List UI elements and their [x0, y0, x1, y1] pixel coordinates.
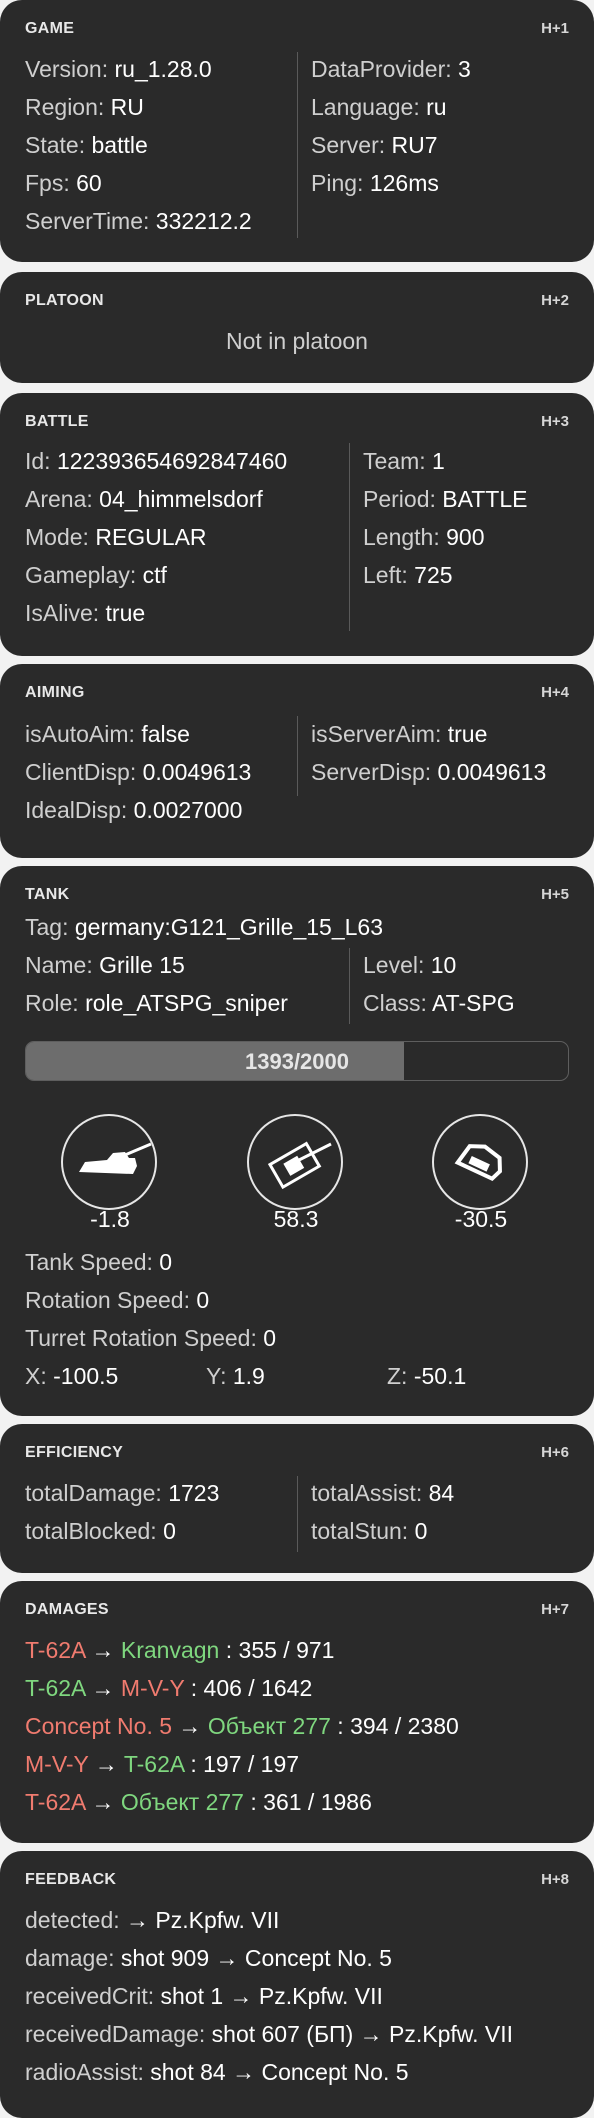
battle-left: Left: 725	[363, 562, 453, 588]
battle-divider	[349, 443, 350, 631]
tank-tag: Tag: germany:G121_Grille_15_L63	[25, 914, 384, 940]
tank-side-icon	[79, 1142, 152, 1174]
hull-angle-dial	[61, 1114, 157, 1210]
battle-title: BATTLE	[25, 413, 89, 430]
aiming-hotkey: H+4	[541, 684, 569, 701]
damages-panel: DAMAGES H+7 T-62A → Kranvagn : 355 / 971…	[0, 1581, 594, 1843]
game-panel: GAME H+1 Version: ru_1.28.0 Region: RU S…	[0, 0, 594, 262]
aiming-panel: AIMING H+4 isAutoAim: false ClientDisp: …	[0, 664, 594, 858]
feedback-radioassist: radioAssist: shot 84 → Concept No. 5	[25, 2059, 409, 2085]
tank-turret-rotation-speed: Turret Rotation Speed: 0	[25, 1325, 277, 1351]
battle-arena: Arena: 04_himmelsdorf	[25, 486, 263, 512]
game-server: Server: RU7	[311, 132, 438, 158]
platoon-panel: PLATOON H+2 Not in platoon	[0, 272, 594, 383]
tank-position-z: Z: -50.1	[387, 1363, 467, 1389]
tank-speed: Tank Speed: 0	[25, 1249, 173, 1275]
aiming-isserveraim: isServerAim: true	[311, 721, 488, 747]
aiming-serverdisp: ServerDisp: 0.0049613	[311, 759, 547, 785]
aiming-divider	[297, 716, 298, 796]
tank-position-x: X: -100.5	[25, 1363, 119, 1389]
efficiency-totalblocked: totalBlocked: 0	[25, 1518, 176, 1544]
efficiency-hotkey: H+6	[541, 1444, 569, 1461]
damage-row: Concept No. 5 → Объект 277 : 394 / 2380	[25, 1713, 459, 1739]
aiming-isautoaim: isAutoAim: false	[25, 721, 190, 747]
feedback-panel: FEEDBACK H+8 detected: → Pz.Kpfw. VII da…	[0, 1851, 594, 2118]
platoon-hotkey: H+2	[541, 292, 569, 309]
damage-row: T-62A → M-V-Y : 406 / 1642	[25, 1675, 313, 1701]
tank-divider	[349, 948, 350, 1024]
feedback-title: FEEDBACK	[25, 1871, 117, 1888]
game-servertime: ServerTime: 332212.2	[25, 208, 252, 234]
battle-gameplay: Gameplay: ctf	[25, 562, 167, 588]
feedback-damage: damage: shot 909 → Concept No. 5	[25, 1945, 392, 1971]
damage-row: T-62A → Kranvagn : 355 / 971	[25, 1637, 335, 1663]
feedback-detected: detected: → Pz.Kpfw. VII	[25, 1907, 280, 1933]
efficiency-totalstun: totalStun: 0	[311, 1518, 428, 1544]
tank-top-icon	[267, 1141, 332, 1190]
tank-rotation-speed: Rotation Speed: 0	[25, 1287, 210, 1313]
game-title: GAME	[25, 20, 75, 37]
game-fps: Fps: 60	[25, 170, 102, 196]
tank-health-bar: 1393/2000	[25, 1041, 569, 1081]
game-state: State: battle	[25, 132, 148, 158]
game-dataprovider: DataProvider: 3	[311, 56, 471, 82]
game-language: Language: ru	[311, 94, 447, 120]
tank-class: Class: AT-SPG	[363, 990, 515, 1016]
platoon-status: Not in platoon	[226, 328, 368, 354]
game-hotkey: H+1	[541, 20, 569, 37]
turret-angle-dial	[247, 1114, 343, 1210]
damage-row: T-62A → Объект 277 : 361 / 1986	[25, 1789, 372, 1815]
game-divider	[297, 52, 298, 238]
rotation-angle-dial	[432, 1114, 528, 1210]
tank-hotkey: H+5	[541, 886, 569, 903]
battle-isalive: IsAlive: true	[25, 600, 146, 626]
tank-role: Role: role_ATSPG_sniper	[25, 990, 288, 1016]
damage-row: M-V-Y → T-62A : 197 / 197	[25, 1751, 300, 1777]
aiming-title: AIMING	[25, 684, 85, 701]
platoon-title: PLATOON	[25, 292, 104, 309]
battle-period: Period: BATTLE	[363, 486, 528, 512]
battle-hotkey: H+3	[541, 413, 569, 430]
tank-name: Name: Grille 15	[25, 952, 185, 978]
tank-panel: TANK H+5 Tag: germany:G121_Grille_15_L63…	[0, 866, 594, 1416]
tank-front-icon	[454, 1144, 502, 1182]
feedback-hotkey: H+8	[541, 1871, 569, 1888]
efficiency-panel: EFFICIENCY H+6 totalDamage: 1723 totalBl…	[0, 1424, 594, 1573]
feedback-receivedcrit: receivedCrit: shot 1 → Pz.Kpfw. VII	[25, 1983, 383, 2009]
efficiency-totaldamage: totalDamage: 1723	[25, 1480, 220, 1506]
aiming-idealdisp: IdealDisp: 0.0027000	[25, 797, 243, 823]
battle-team: Team: 1	[363, 448, 445, 474]
game-ping: Ping: 126ms	[311, 170, 439, 196]
damages-title: DAMAGES	[25, 1601, 109, 1618]
tank-position-y: Y: 1.9	[206, 1363, 265, 1389]
rotation-angle-value: -30.5	[454, 1206, 508, 1232]
efficiency-title: EFFICIENCY	[25, 1444, 124, 1461]
battle-length: Length: 900	[363, 524, 485, 550]
battle-id: Id: 122393654692847460	[25, 448, 288, 474]
hull-angle-value: -1.8	[90, 1206, 130, 1232]
efficiency-divider	[297, 1476, 298, 1552]
aiming-clientdisp: ClientDisp: 0.0049613	[25, 759, 252, 785]
efficiency-totalassist: totalAssist: 84	[311, 1480, 455, 1506]
damages-hotkey: H+7	[541, 1601, 569, 1618]
battle-mode: Mode: REGULAR	[25, 524, 207, 550]
turret-angle-value: 58.3	[273, 1206, 319, 1232]
tank-level: Level: 10	[363, 952, 457, 978]
battle-panel: BATTLE H+3 Id: 122393654692847460 Arena:…	[0, 393, 594, 656]
tank-health-text: 1393/2000	[245, 1049, 349, 1074]
tank-title: TANK	[25, 886, 70, 903]
feedback-receiveddamage: receivedDamage: shot 607 (БП) → Pz.Kpfw.…	[25, 2021, 514, 2047]
game-region: Region: RU	[25, 94, 144, 120]
game-version: Version: ru_1.28.0	[25, 56, 212, 82]
